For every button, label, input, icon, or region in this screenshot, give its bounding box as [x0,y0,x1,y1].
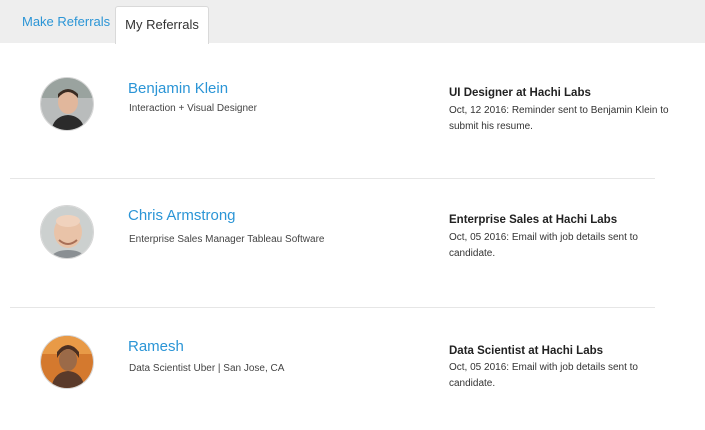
referral-name[interactable]: Chris Armstrong [128,207,236,224]
referral-title: Interaction + Visual Designer [129,103,257,114]
referral-job: Enterprise Sales at Hachi Labs [449,214,618,226]
person-photo-icon [41,206,93,258]
referral-row: Ramesh Data Scientist Uber | San Jose, C… [0,301,705,430]
person-photo-icon [41,78,93,130]
referral-name[interactable]: Ramesh [128,338,184,355]
referral-title: Data Scientist Uber | San Jose, CA [129,363,285,374]
referral-status: Oct, 05 2016: Email with job details sen… [449,232,638,259]
avatar[interactable] [40,335,94,389]
tab-my-referrals[interactable]: My Referrals [115,6,209,44]
referral-status: Oct, 05 2016: Email with job details sen… [449,362,638,389]
person-photo-icon [41,336,93,388]
referral-status: Oct, 12 2016: Reminder sent to Benjamin … [449,105,669,132]
referral-row: Benjamin Klein Interaction + Visual Desi… [0,43,705,172]
tab-make-referrals[interactable]: Make Referrals [10,0,122,43]
avatar[interactable] [40,77,94,131]
referral-row: Chris Armstrong Enterprise Sales Manager… [0,172,705,301]
tab-bar: Make Referrals My Referrals [0,0,705,44]
referral-job: UI Designer at Hachi Labs [449,87,591,99]
avatar[interactable] [40,205,94,259]
referral-name[interactable]: Benjamin Klein [128,80,228,97]
referral-title: Enterprise Sales Manager Tableau Softwar… [129,234,325,245]
referral-job: Data Scientist at Hachi Labs [449,345,604,357]
